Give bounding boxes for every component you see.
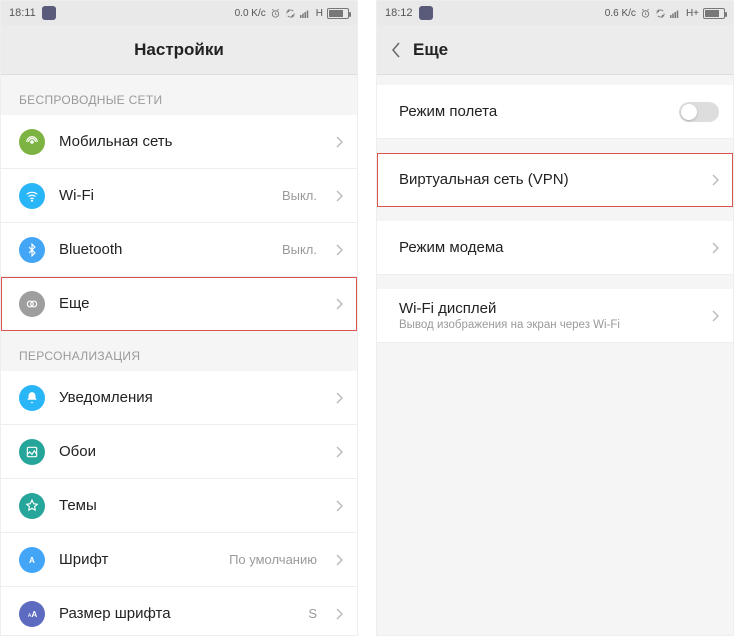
row-label: Шрифт bbox=[59, 551, 215, 568]
chevron-right-icon bbox=[711, 242, 719, 254]
chevron-right-icon bbox=[335, 554, 343, 566]
chevron-right-icon bbox=[335, 136, 343, 148]
wallpaper-icon bbox=[19, 439, 45, 465]
row-value: Выкл. bbox=[282, 188, 317, 203]
row-value: S bbox=[308, 606, 317, 621]
chevron-right-icon bbox=[335, 446, 343, 458]
page-title: Настройки bbox=[134, 40, 224, 60]
row-value: Выкл. bbox=[282, 242, 317, 257]
sync-icon bbox=[285, 8, 296, 19]
signal-icon bbox=[670, 8, 682, 19]
phone-settings: 18:11 0.0 K/c H Настройки БЕСПРОВОДНЫЕ С… bbox=[0, 0, 358, 636]
battery-icon bbox=[703, 8, 725, 19]
chevron-right-icon bbox=[335, 608, 343, 620]
svg-text:A: A bbox=[29, 555, 35, 564]
row-font-size[interactable]: AA Размер шрифта S bbox=[1, 587, 357, 635]
section-personalization: ПЕРСОНАЛИЗАЦИЯ bbox=[1, 331, 357, 371]
app-badge-icon bbox=[419, 6, 433, 20]
notifications-icon bbox=[19, 385, 45, 411]
wifi-icon bbox=[19, 183, 45, 209]
more-list[interactable]: Режим полета Виртуальная сеть (VPN) Режи… bbox=[377, 75, 733, 635]
status-speed: 0.6 K/c bbox=[605, 8, 636, 19]
row-wallpaper[interactable]: Обои bbox=[1, 425, 357, 479]
status-net: H+ bbox=[686, 8, 699, 19]
row-label: Режим модема bbox=[399, 239, 697, 256]
status-time: 18:12 bbox=[385, 7, 413, 19]
row-label: Размер шрифта bbox=[59, 605, 294, 622]
alarm-icon bbox=[270, 8, 281, 19]
row-notifications[interactable]: Уведомления bbox=[1, 371, 357, 425]
row-label: Wi-Fi дисплей bbox=[399, 300, 697, 317]
row-label: Уведомления bbox=[59, 389, 321, 406]
chevron-right-icon bbox=[335, 298, 343, 310]
svg-text:A: A bbox=[31, 609, 37, 618]
header: Настройки bbox=[1, 25, 357, 75]
row-airplane-mode[interactable]: Режим полета bbox=[377, 85, 733, 139]
header: Еще bbox=[377, 25, 733, 75]
row-label: Bluetooth bbox=[59, 241, 268, 258]
page-title: Еще bbox=[413, 40, 448, 60]
chevron-right-icon bbox=[335, 500, 343, 512]
font-icon: A bbox=[19, 547, 45, 573]
row-more[interactable]: Еще bbox=[1, 277, 357, 331]
bluetooth-icon bbox=[19, 237, 45, 263]
chevron-right-icon bbox=[335, 244, 343, 256]
row-wifi[interactable]: Wi-Fi Выкл. bbox=[1, 169, 357, 223]
chevron-right-icon bbox=[711, 174, 719, 186]
section-wireless: БЕСПРОВОДНЫЕ СЕТИ bbox=[1, 75, 357, 115]
row-vpn[interactable]: Виртуальная сеть (VPN) bbox=[377, 153, 733, 207]
row-bluetooth[interactable]: Bluetooth Выкл. bbox=[1, 223, 357, 277]
row-label: Обои bbox=[59, 443, 321, 460]
row-tethering[interactable]: Режим модема bbox=[377, 221, 733, 275]
row-label: Мобильная сеть bbox=[59, 133, 321, 150]
row-label: Режим полета bbox=[399, 103, 665, 120]
alarm-icon bbox=[640, 8, 651, 19]
settings-list[interactable]: БЕСПРОВОДНЫЕ СЕТИ Мобильная сеть Wi-Fi В… bbox=[1, 75, 357, 635]
status-time: 18:11 bbox=[9, 7, 36, 19]
mobile-network-icon bbox=[19, 129, 45, 155]
row-font[interactable]: A Шрифт По умолчанию bbox=[1, 533, 357, 587]
row-mobile-network[interactable]: Мобильная сеть bbox=[1, 115, 357, 169]
app-badge-icon bbox=[42, 6, 56, 20]
airplane-toggle[interactable] bbox=[679, 102, 719, 122]
chevron-right-icon bbox=[335, 190, 343, 202]
row-label: Еще bbox=[59, 295, 321, 312]
battery-icon bbox=[327, 8, 349, 19]
back-button[interactable] bbox=[391, 42, 401, 58]
sync-icon bbox=[655, 8, 666, 19]
row-label: Wi-Fi bbox=[59, 187, 268, 204]
chevron-right-icon bbox=[335, 392, 343, 404]
phone-more: 18:12 0.6 K/c H+ Еще Режим полета Виртуа… bbox=[376, 0, 734, 636]
status-speed: 0.0 K/c bbox=[235, 8, 266, 19]
status-net: H bbox=[316, 8, 323, 19]
more-icon bbox=[19, 291, 45, 317]
themes-icon bbox=[19, 493, 45, 519]
status-bar: 18:12 0.6 K/c H+ bbox=[377, 1, 733, 25]
font-size-icon: AA bbox=[19, 601, 45, 627]
row-sublabel: Вывод изображения на экран через Wi-Fi bbox=[399, 319, 697, 331]
row-themes[interactable]: Темы bbox=[1, 479, 357, 533]
row-value: По умолчанию bbox=[229, 552, 317, 567]
signal-icon bbox=[300, 8, 312, 19]
row-label: Темы bbox=[59, 497, 321, 514]
status-bar: 18:11 0.0 K/c H bbox=[1, 1, 357, 25]
row-wifi-display[interactable]: Wi-Fi дисплей Вывод изображения на экран… bbox=[377, 289, 733, 343]
chevron-right-icon bbox=[711, 310, 719, 322]
row-label: Виртуальная сеть (VPN) bbox=[399, 171, 697, 188]
